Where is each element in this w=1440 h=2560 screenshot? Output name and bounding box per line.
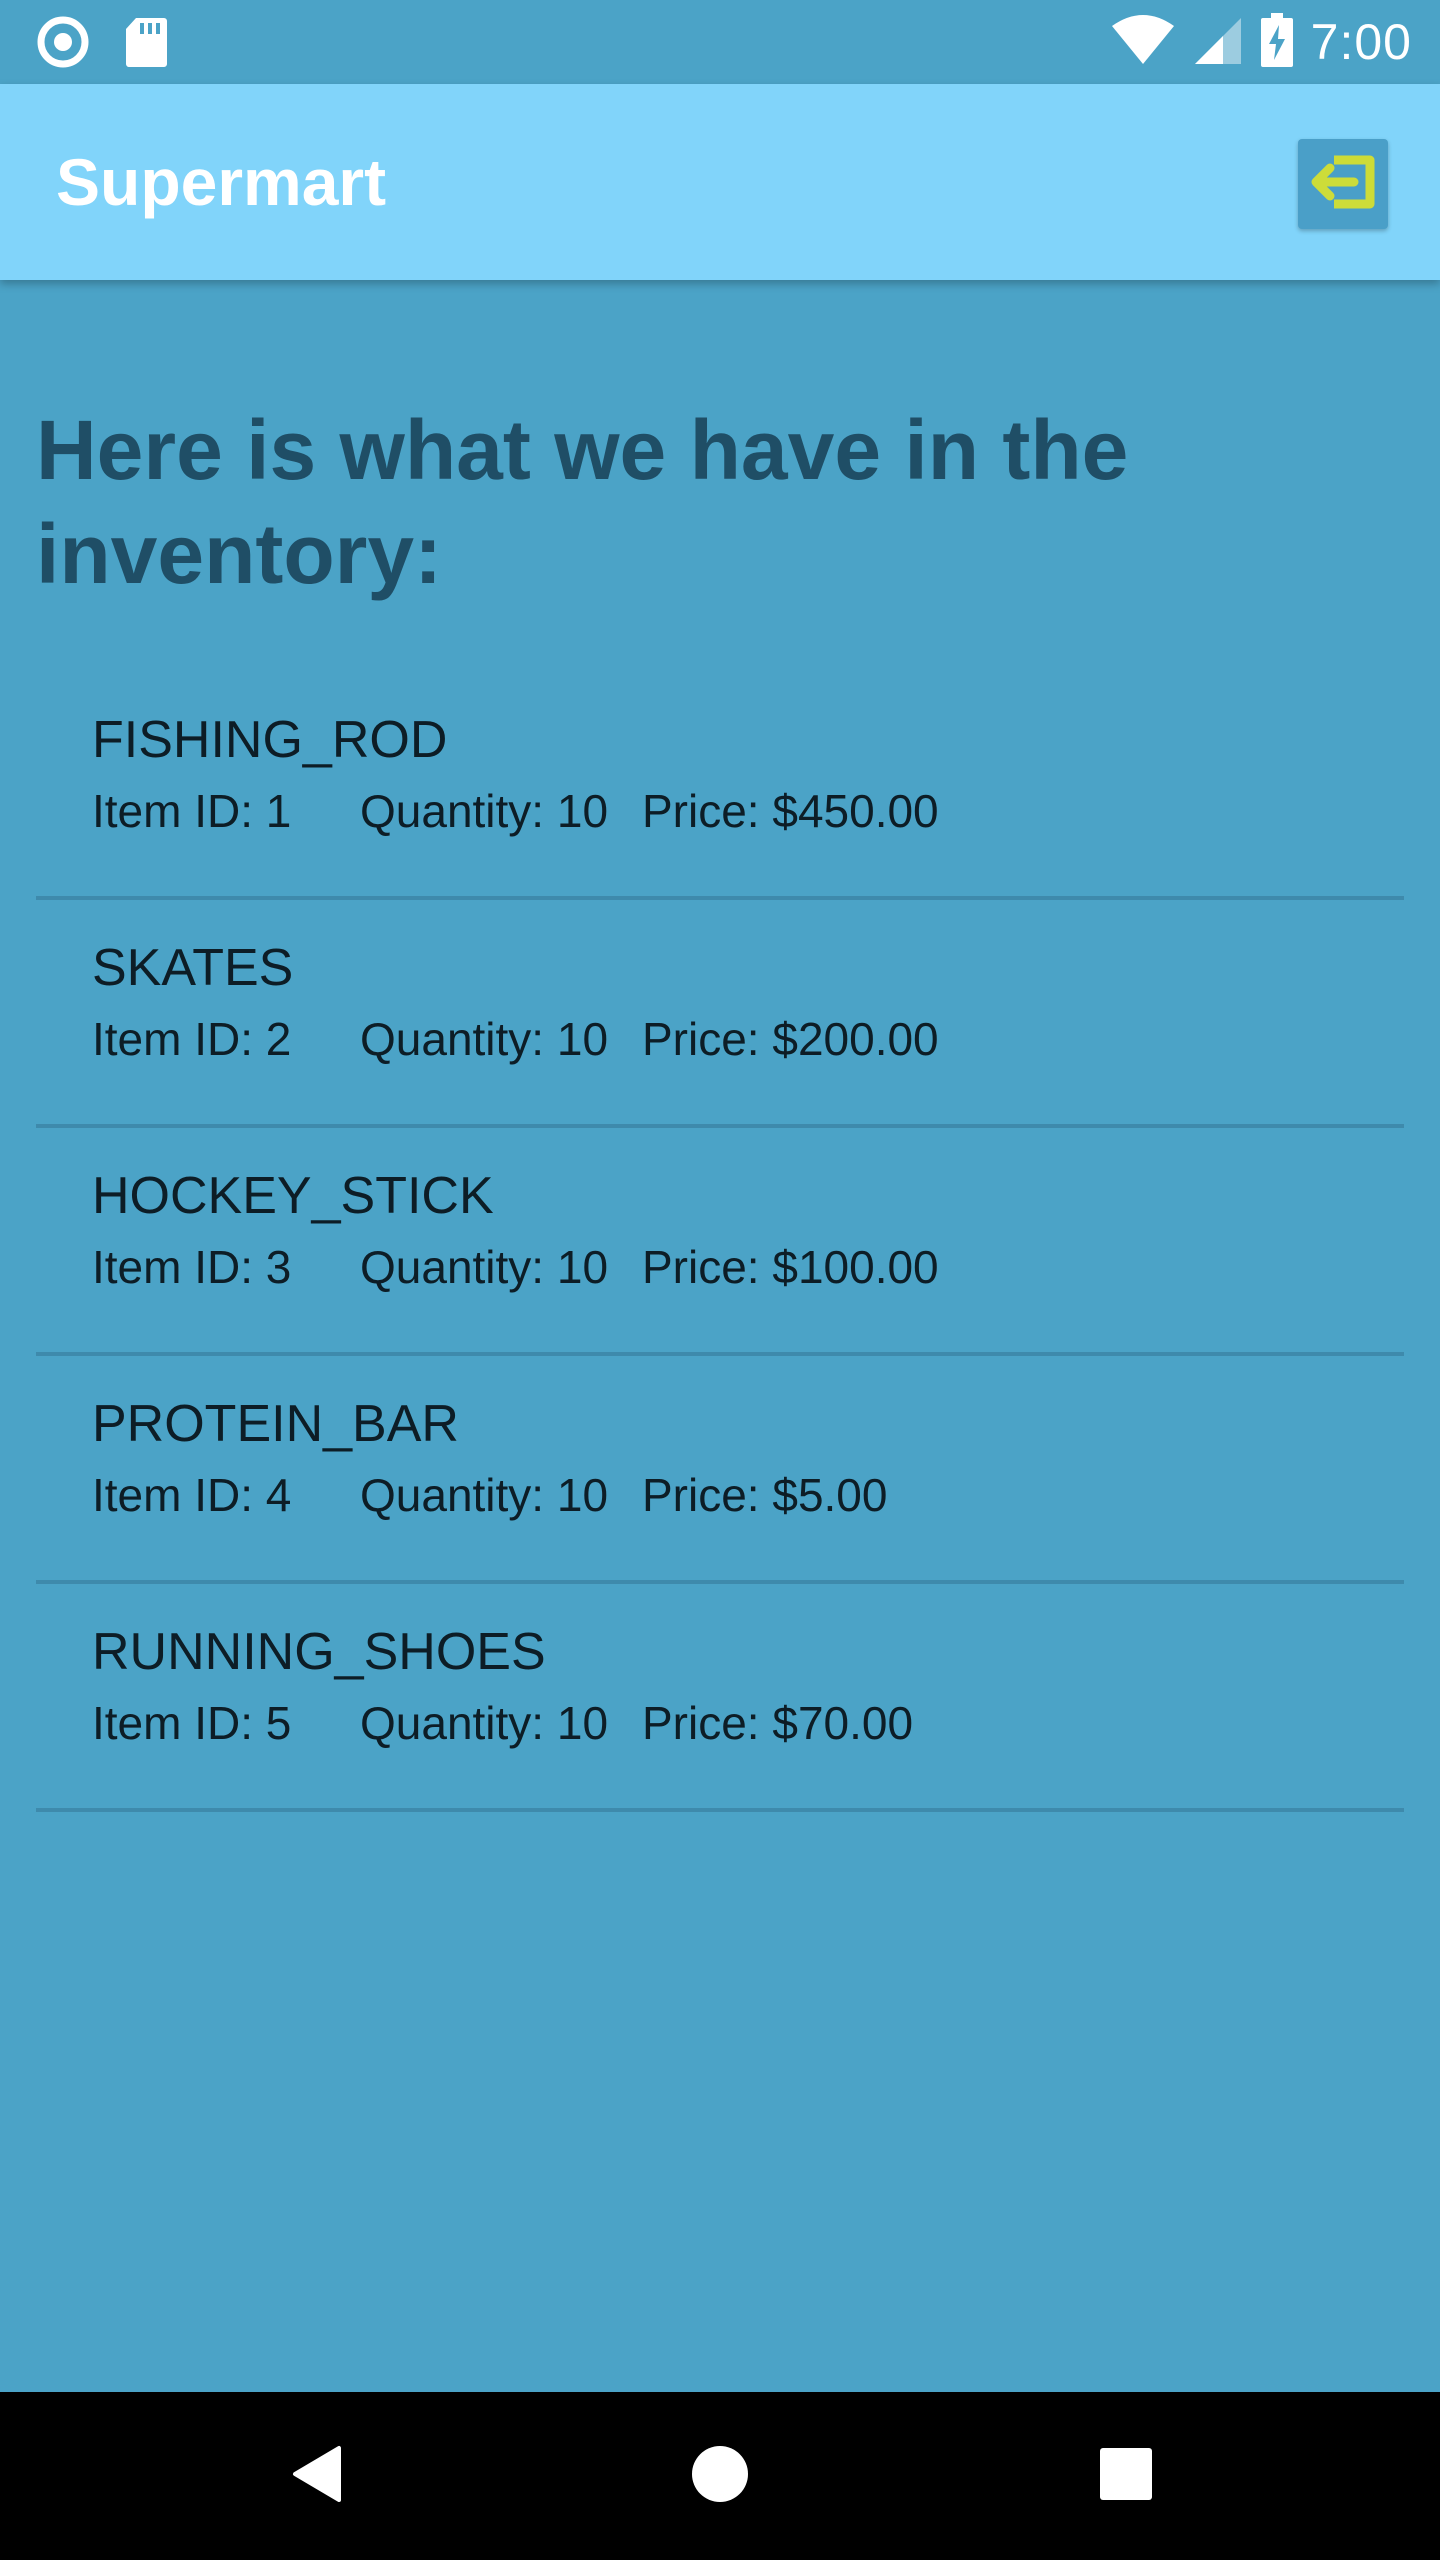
item-price: Price: $5.00 (642, 1469, 888, 1521)
list-item[interactable]: HOCKEY_STICK Item ID: 3 Quantity: 10 Pri… (36, 1128, 1404, 1356)
item-name: HOCKEY_STICK (92, 1167, 494, 1225)
recents-button[interactable] (1046, 2392, 1206, 2560)
item-id: Item ID: 4 (92, 1469, 292, 1521)
record-icon (36, 0, 90, 84)
item-meta: Item ID: 5 Quantity: 10 Price: $70.00 (92, 1696, 913, 1750)
wifi-icon (1111, 14, 1175, 71)
list-item[interactable]: RUNNING_SHOES Item ID: 5 Quantity: 10 Pr… (36, 1584, 1404, 1812)
item-id: Item ID: 1 (92, 785, 292, 837)
status-icons: 7:00 (1111, 0, 1412, 84)
item-quantity: Quantity: 10 (360, 785, 609, 837)
item-quantity: Quantity: 10 (360, 1013, 609, 1065)
item-price: Price: $70.00 (642, 1697, 914, 1749)
item-quantity: Quantity: 10 (360, 1697, 609, 1749)
page-heading: Here is what we have in the inventory: (36, 403, 1129, 601)
item-price: Price: $100.00 (642, 1241, 939, 1293)
status-bar: 7:00 (0, 0, 1440, 84)
signal-icon (1193, 14, 1243, 71)
item-name: SKATES (92, 939, 294, 997)
item-name: FISHING_ROD (92, 711, 448, 769)
back-icon (289, 2444, 343, 2509)
list-item[interactable]: SKATES Item ID: 2 Quantity: 10 Price: $2… (36, 900, 1404, 1128)
item-meta: Item ID: 3 Quantity: 10 Price: $100.00 (92, 1240, 939, 1294)
list-item[interactable]: PROTEIN_BAR Item ID: 4 Quantity: 10 Pric… (36, 1356, 1404, 1584)
item-meta: Item ID: 1 Quantity: 10 Price: $450.00 (92, 784, 939, 838)
list-item[interactable]: FISHING_ROD Item ID: 1 Quantity: 10 Pric… (36, 672, 1404, 900)
item-id: Item ID: 5 (92, 1697, 292, 1749)
home-icon (691, 2445, 749, 2508)
logout-icon (1304, 146, 1382, 223)
battery-charging-icon (1260, 12, 1293, 72)
app-title: Supermart (56, 145, 387, 219)
item-name: PROTEIN_BAR (92, 1395, 459, 1453)
app-bar: Supermart (0, 84, 1440, 280)
item-name: RUNNING_SHOES (92, 1623, 546, 1681)
item-meta: Item ID: 2 Quantity: 10 Price: $200.00 (92, 1012, 939, 1066)
item-id: Item ID: 2 (92, 1013, 292, 1065)
item-quantity: Quantity: 10 (360, 1469, 609, 1521)
navigation-bar (0, 2392, 1440, 2560)
item-id: Item ID: 3 (92, 1241, 292, 1293)
item-quantity: Quantity: 10 (360, 1241, 609, 1293)
screen: 7:00 Supermart Here is what we have in t… (0, 0, 1440, 2560)
status-time: 7:00 (1310, 14, 1412, 70)
item-price: Price: $450.00 (642, 785, 939, 837)
item-price: Price: $200.00 (642, 1013, 939, 1065)
sd-card-icon (124, 0, 168, 84)
inventory-list: FISHING_ROD Item ID: 1 Quantity: 10 Pric… (36, 672, 1404, 1812)
back-button[interactable] (236, 2392, 396, 2560)
logout-button[interactable] (1298, 139, 1388, 229)
item-meta: Item ID: 4 Quantity: 10 Price: $5.00 (92, 1468, 887, 1522)
recents-icon (1099, 2447, 1153, 2506)
home-button[interactable] (640, 2392, 800, 2560)
